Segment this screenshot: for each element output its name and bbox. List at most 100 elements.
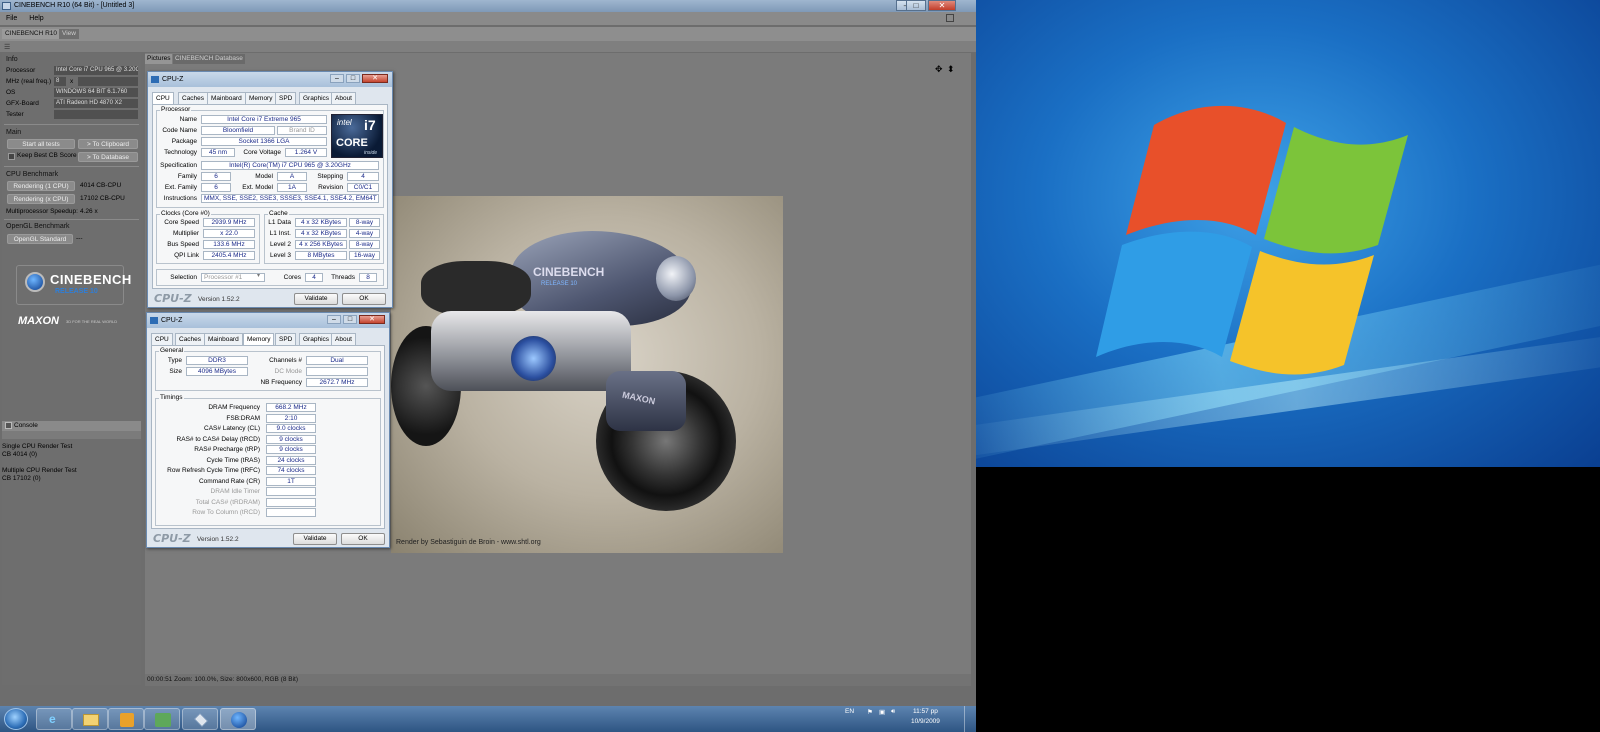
tab-caches[interactable]: Caches: [175, 333, 206, 345]
tab-graphics[interactable]: Graphics: [299, 333, 334, 345]
opengl-heading: OpenGL Benchmark: [6, 223, 70, 230]
to-database-button[interactable]: > To Database: [78, 152, 138, 162]
render-1cpu-button[interactable]: Rendering (1 CPU): [7, 181, 75, 191]
timing-row: Cycle Time (tRAS) 24 clocks: [156, 455, 380, 467]
tab-cinebench-database[interactable]: CINEBENCH Database: [173, 54, 245, 64]
flag-yellow-pane: [1230, 251, 1374, 375]
channels-field: Dual: [306, 356, 368, 365]
volume-tray-icon[interactable]: 🔊︎: [891, 708, 895, 716]
tab-cpu[interactable]: CPU: [151, 333, 173, 345]
cinebench-sphere-icon: [25, 272, 45, 292]
cpu-name-field: Intel Core i7 Extreme 965: [201, 115, 327, 124]
flag-blue-pane: [1096, 231, 1252, 357]
language-indicator[interactable]: EN: [845, 708, 854, 715]
tab-mainboard[interactable]: Mainboard: [204, 333, 243, 345]
tab-cinebench[interactable]: CINEBENCH R10: [2, 29, 61, 39]
network-tray-icon[interactable]: ▣: [879, 708, 885, 716]
validate-button[interactable]: Validate: [293, 533, 337, 545]
timing-row: Command Rate (CR) 1T: [156, 476, 380, 488]
move-icon[interactable]: ✥: [935, 64, 943, 75]
mhz-input[interactable]: [78, 77, 138, 86]
restore-icon[interactable]: [946, 14, 954, 22]
cpuz-close-button[interactable]: ✕: [359, 315, 385, 324]
l2-way-field: 8-way: [349, 240, 380, 249]
main-heading: Main: [6, 129, 22, 136]
menubar: File Help: [0, 12, 976, 25]
folder-icon: [83, 714, 99, 726]
timing-row: FSB:DRAM 2:10: [156, 413, 380, 425]
cpuz-close-button[interactable]: ✕: [362, 74, 388, 83]
tab-mainboard[interactable]: Mainboard: [207, 92, 246, 104]
console-icon: [5, 422, 12, 429]
keep-best-label: Keep Best CB Score: [17, 152, 77, 159]
speedup-label: Multiprocessor Speedup:: [6, 208, 78, 215]
tab-memory[interactable]: Memory: [245, 92, 277, 104]
validate-button[interactable]: Validate: [294, 293, 338, 305]
info-row-processor: Processor Intel Core i7 CPU 965 @ 3.20GH…: [6, 66, 138, 75]
menu-help[interactable]: Help: [29, 15, 43, 22]
cinebench-titlebar[interactable]: CINEBENCH R10 (64 Bit) - [Untitled 3]: [0, 0, 976, 12]
console-header: Console: [2, 421, 141, 431]
cinebench-logo: CINEBENCH RELEASE 10: [16, 265, 131, 305]
l1-inst-field: 4 x 32 KBytes: [295, 229, 347, 238]
tab-about[interactable]: About: [331, 92, 356, 104]
show-desktop-button[interactable]: [964, 706, 976, 732]
speedup-value: 4.26 x: [80, 208, 98, 215]
cpuz-maximize-button[interactable]: □: [343, 315, 357, 324]
timing-row: DRAM Idle Timer: [156, 487, 380, 498]
cpuz-app-icon: [150, 317, 158, 324]
close-button[interactable]: ✕: [928, 0, 956, 11]
tab-spd[interactable]: SPD: [275, 92, 297, 104]
to-clipboard-button[interactable]: > To Clipboard: [78, 139, 138, 149]
info-heading: Info: [6, 56, 18, 63]
cpuz-minimize-button[interactable]: –: [327, 315, 341, 324]
cpuz-version: Version 1.52.2: [197, 536, 239, 543]
render-xcpu-button[interactable]: Rendering (x CPU): [7, 194, 75, 204]
tab-pictures[interactable]: Pictures: [145, 54, 173, 64]
ext-family-field: 6: [201, 183, 231, 192]
keep-best-checkbox[interactable]: [8, 153, 15, 160]
engine-hub: [511, 336, 556, 381]
maximize-button[interactable]: □: [906, 0, 926, 11]
processor-select[interactable]: Processor #1: [201, 273, 265, 282]
menu-file[interactable]: File: [6, 15, 17, 22]
cinebench-left-panel: Info Processor Intel Core i7 CPU 965 @ 3…: [2, 53, 141, 685]
taskbar-ie-button[interactable]: e: [36, 708, 72, 730]
clock-date[interactable]: 10/9/2009: [911, 718, 940, 725]
tab-graphics[interactable]: Graphics: [299, 92, 334, 104]
tab-caches[interactable]: Caches: [178, 92, 209, 104]
down-arrow-icon[interactable]: ⬍: [947, 64, 955, 75]
model-field: A: [277, 172, 307, 181]
ext-model-field: 1A: [277, 183, 307, 192]
tab-view[interactable]: View: [59, 29, 79, 39]
ok-button[interactable]: OK: [341, 533, 385, 545]
ok-button[interactable]: OK: [342, 293, 386, 305]
technology-field: 45 nm: [201, 148, 235, 157]
os-value: WINDOWS 64 BIT 6.1.760: [54, 88, 138, 97]
tester-input[interactable]: [54, 110, 138, 119]
taskbar-network-button[interactable]: [144, 708, 180, 730]
start-button[interactable]: [4, 708, 28, 730]
brand-id-field: Brand ID: [277, 126, 327, 135]
clock-time[interactable]: 11:57 pp: [913, 708, 938, 715]
cpuz-memory-window: CPU-Z – □ ✕ CPU Caches Mainboard Memory …: [146, 312, 390, 548]
opengl-standard-button[interactable]: OpenGL Standard: [7, 234, 73, 244]
mhz-value[interactable]: 8: [54, 77, 66, 86]
taskbar-explorer-button[interactable]: [72, 708, 108, 730]
chevron-down-icon[interactable]: ▾: [257, 272, 260, 279]
tab-about[interactable]: About: [331, 333, 356, 345]
cpuz-minimize-button[interactable]: –: [330, 74, 344, 83]
flag-tray-icon[interactable]: ⚑: [867, 708, 873, 716]
timing-row: Row Refresh Cycle Time (tRFC) 74 clocks: [156, 466, 380, 477]
info-row-gfx: GFX-Board ATI Radeon HD 4870 X2: [2, 98, 141, 109]
start-all-tests-button[interactable]: Start all tests: [7, 139, 75, 149]
taskbar-cpuz-button[interactable]: [182, 708, 218, 730]
cpuz-maximize-button[interactable]: □: [346, 74, 360, 83]
taskbar-cinebench-button[interactable]: [220, 708, 256, 730]
tab-spd[interactable]: SPD: [275, 333, 297, 345]
console-log: Single CPU Render Test CB 4014 (0) Multi…: [2, 443, 77, 482]
taskbar-media-button[interactable]: [108, 708, 144, 730]
opengl-score: ---: [76, 235, 83, 242]
maxon-tagline: 3D FOR THE REAL WORLD: [66, 319, 118, 324]
package-field: Socket 1366 LGA: [201, 137, 327, 146]
